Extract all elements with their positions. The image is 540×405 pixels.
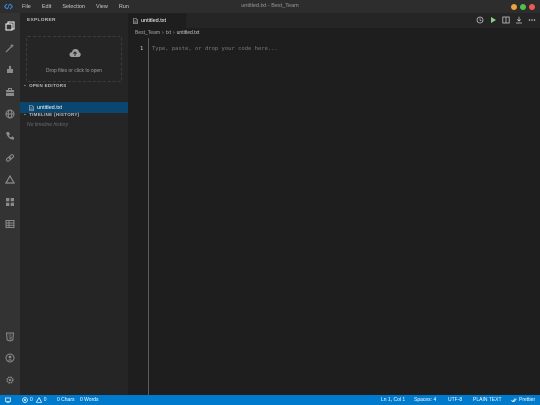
- breadcrumb: Best_Team › txt › untitled.txt: [128, 28, 540, 38]
- char-count: 0 Chars: [57, 397, 75, 403]
- maximize-button[interactable]: [520, 3, 526, 10]
- drive-icon[interactable]: [4, 174, 16, 186]
- html5-icon[interactable]: [4, 331, 16, 343]
- problems-indicator[interactable]: 0 0: [22, 395, 47, 405]
- account-icon[interactable]: [4, 352, 16, 364]
- open-editors-header[interactable]: ⌄ OPEN EDITORS: [23, 82, 67, 88]
- status-bar: 0 0 0 Chars 0 Words Ln 1, Col 1 Spaces: …: [0, 395, 540, 405]
- magic-wand-icon[interactable]: [4, 42, 16, 54]
- menu-edit[interactable]: Edit: [42, 4, 51, 10]
- explorer-sidebar: EXPLORER Drop files or click to open ⌄ O…: [20, 13, 128, 395]
- close-button[interactable]: [529, 3, 535, 10]
- chevron-down-icon: ⌄: [23, 111, 28, 116]
- menu-view[interactable]: View: [96, 4, 108, 10]
- table-icon[interactable]: [4, 218, 16, 230]
- more-actions-icon[interactable]: [528, 16, 536, 24]
- timeline-empty-text: No timeline history: [27, 122, 69, 128]
- editor-placeholder: Type, paste, or drop your code here...: [152, 46, 278, 52]
- timeline-header[interactable]: ⌄ TIMELINE (HISTORY): [23, 111, 79, 117]
- history-icon[interactable]: [476, 16, 484, 24]
- run-icon[interactable]: [489, 16, 497, 24]
- open-editors-label: OPEN EDITORS: [29, 82, 67, 88]
- timeline-label: TIMELINE (HISTORY): [29, 111, 80, 117]
- menu-run[interactable]: Run: [119, 4, 129, 10]
- double-check-icon: [511, 398, 517, 403]
- breadcrumb-root[interactable]: Best_Team: [135, 30, 160, 36]
- app-logo-icon: [4, 3, 13, 10]
- phone-icon[interactable]: [4, 130, 16, 142]
- error-icon: [22, 397, 28, 403]
- indentation[interactable]: Spaces: 4: [414, 395, 436, 405]
- chevron-right-icon: ›: [172, 30, 175, 36]
- cursor-position[interactable]: Ln 1, Col 1: [381, 395, 405, 405]
- title-bar: File Edit Selection View Run untitled.tx…: [0, 0, 540, 13]
- breadcrumb-folder[interactable]: txt: [166, 30, 171, 36]
- sidebar-title: EXPLORER: [27, 18, 56, 23]
- warning-icon: [35, 397, 42, 403]
- file-dropzone[interactable]: Drop files or click to open: [26, 36, 122, 82]
- chevron-down-icon: ⌄: [23, 82, 28, 87]
- editor-tab-bar: untitled.txt: [128, 13, 540, 28]
- toolbox-icon[interactable]: [4, 86, 16, 98]
- menu-selection[interactable]: Selection: [62, 4, 85, 10]
- warning-count: 0: [43, 397, 47, 403]
- tab-label: untitled.txt: [141, 18, 167, 24]
- window-controls: [508, 3, 535, 10]
- cloud-upload-icon: [69, 49, 81, 57]
- dropzone-text: Drop files or click to open: [45, 68, 103, 74]
- file-icon: [133, 18, 138, 24]
- error-count: 0: [30, 397, 33, 403]
- menu-bar: File Edit Selection View Run: [22, 0, 140, 13]
- explorer-icon[interactable]: [4, 20, 16, 32]
- download-icon[interactable]: [515, 16, 523, 24]
- file-icon: [29, 104, 34, 111]
- breadcrumb-file[interactable]: untitled.txt: [177, 30, 200, 36]
- settings-gear-icon[interactable]: [4, 374, 16, 386]
- text-cursor: [148, 38, 149, 395]
- menu-file[interactable]: File: [22, 4, 31, 10]
- tab-untitled[interactable]: untitled.txt: [128, 13, 186, 28]
- language-mode[interactable]: PLAIN TEXT: [473, 395, 502, 405]
- code-editor[interactable]: 1 Type, paste, or drop your code here...: [128, 38, 540, 395]
- line-number: 1: [140, 46, 144, 52]
- grid-icon[interactable]: [4, 196, 16, 208]
- open-editor-filename: untitled.txt: [37, 104, 63, 111]
- formatter[interactable]: Prettier: [511, 395, 535, 405]
- globe-icon[interactable]: [4, 108, 16, 120]
- editor-toolbar: [471, 16, 536, 24]
- word-count: 0 Words: [80, 397, 99, 403]
- encoding[interactable]: UTF-8: [448, 395, 462, 405]
- formatter-label: Prettier: [519, 397, 536, 403]
- activity-bar: [0, 13, 20, 395]
- preview-icon[interactable]: [502, 16, 510, 24]
- minimize-button[interactable]: [511, 3, 517, 10]
- extensions-icon[interactable]: [4, 64, 16, 76]
- chevron-right-icon: ›: [162, 30, 164, 36]
- remote-icon[interactable]: [5, 395, 13, 405]
- link-icon[interactable]: [4, 152, 16, 164]
